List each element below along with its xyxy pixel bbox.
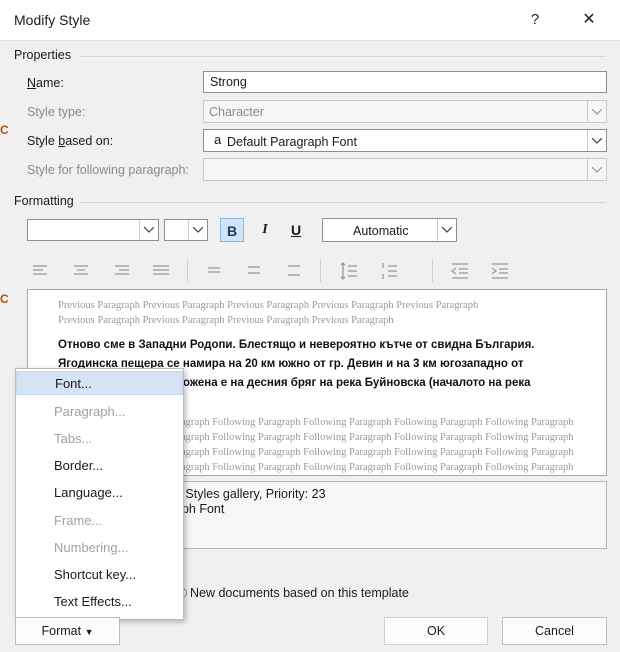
caret-down-icon: ▼ xyxy=(84,627,94,637)
line-spacing-icon xyxy=(340,262,357,280)
preview-previous-line: Previous Paragraph Previous Paragraph Pr… xyxy=(58,315,394,326)
menu-item-label: Numbering... xyxy=(54,540,129,555)
title-bar: Modify Style ? ✕ xyxy=(0,0,620,41)
menu-item-border[interactable]: Border... xyxy=(16,454,183,478)
menu-item-label: Text Effects... xyxy=(54,594,132,609)
preview-sample-line: Отново сме в Западни Родопи. Блестящо и … xyxy=(58,339,535,351)
preview-sample-line: ожена е на десния бряг на река Буйновска… xyxy=(183,377,531,389)
menu-item-label: Language... xyxy=(54,485,123,500)
chevron-down-icon xyxy=(139,220,158,240)
properties-section-label: Properties xyxy=(14,48,71,62)
properties-divider xyxy=(80,56,606,57)
menu-item-shortcut-key[interactable]: Shortcut key... xyxy=(16,563,183,587)
chevron-down-icon xyxy=(587,130,606,151)
menu-item-tabs: Tabs... xyxy=(16,427,183,451)
following-paragraph-label: Style for following paragraph: xyxy=(27,163,189,177)
cancel-button[interactable]: Cancel xyxy=(502,617,607,645)
help-button[interactable]: ? xyxy=(522,8,548,32)
close-button[interactable]: ✕ xyxy=(576,8,602,32)
menu-item-label: Paragraph... xyxy=(54,404,126,419)
menu-item-font[interactable]: Font... xyxy=(16,371,183,395)
based-on-label: Style based on: xyxy=(27,134,114,148)
preview-following-line: аgraph Following Paragraph Following Par… xyxy=(181,417,574,428)
style-type-value: Character xyxy=(209,105,264,119)
preview-previous-line: Previous Paragraph Previous Paragraph Pr… xyxy=(58,300,479,311)
menu-item-frame: Frame... xyxy=(16,509,183,533)
chevron-down-icon xyxy=(587,101,606,122)
dialog-title: Modify Style xyxy=(14,12,91,28)
menu-item-label: Border... xyxy=(54,458,104,473)
based-on-value: Default Paragraph Font xyxy=(227,135,357,149)
format-menu: Font... Paragraph... Tabs... Border... L… xyxy=(15,368,184,620)
menu-item-label: Tabs... xyxy=(54,431,93,446)
preview-following-line: аgraph Following Paragraph Following Par… xyxy=(181,432,574,443)
based-on-dropdown[interactable]: a Default Paragraph Font xyxy=(203,129,607,152)
menu-item-text-effects[interactable]: Text Effects... xyxy=(16,590,183,614)
name-label: Name: xyxy=(27,76,64,90)
preview-following-line: аgraph Following Paragraph Following Par… xyxy=(181,447,574,458)
menu-item-label: Font... xyxy=(55,376,92,391)
justify-icon xyxy=(153,265,169,275)
bold-toggle-button[interactable]: B xyxy=(220,218,244,242)
description-line: e Styles gallery, Priority: 23 xyxy=(175,487,326,501)
font-name-dropdown[interactable] xyxy=(27,219,159,241)
formatting-section-label: Formatting xyxy=(14,194,74,208)
align-left-icon xyxy=(33,265,47,275)
menu-item-label: Frame... xyxy=(54,513,103,528)
paragraph-toolbar xyxy=(27,256,607,286)
underline-toggle-button[interactable]: U xyxy=(284,218,308,242)
chevron-down-icon xyxy=(188,220,207,240)
formatting-divider xyxy=(80,202,606,203)
menu-item-paragraph: Paragraph... xyxy=(16,400,183,424)
decrease-indent-icon xyxy=(450,263,468,279)
font-color-dropdown[interactable]: Automatic xyxy=(322,218,457,242)
double-spacing-icon xyxy=(288,265,300,276)
background-document-glyph: С xyxy=(0,123,9,137)
name-input[interactable]: Strong xyxy=(203,71,607,93)
menu-item-language[interactable]: Language... xyxy=(16,481,183,505)
style-type-dropdown: Character xyxy=(203,100,607,123)
toolbar-separator xyxy=(187,260,188,282)
toolbar-separator xyxy=(320,260,321,282)
font-size-dropdown[interactable] xyxy=(164,219,208,241)
style-type-label: Style type: xyxy=(27,105,86,119)
one-half-spacing-icon xyxy=(248,266,260,274)
format-menu-button[interactable]: Format ▼ xyxy=(15,617,120,645)
chevron-down-icon xyxy=(437,219,456,241)
single-spacing-icon xyxy=(208,267,220,273)
paragraph-spacing-icon xyxy=(382,263,397,279)
font-color-value: Automatic xyxy=(353,224,409,238)
following-paragraph-dropdown xyxy=(203,158,607,181)
ok-button[interactable]: OK xyxy=(384,617,488,645)
menu-item-label: Shortcut key... xyxy=(54,567,137,582)
new-documents-label: New documents based on this template xyxy=(190,586,409,600)
character-style-icon: a xyxy=(214,132,222,147)
toolbar-separator xyxy=(432,260,433,282)
align-center-icon xyxy=(74,265,88,275)
preview-following-line: аgraph Following Paragraph Following Par… xyxy=(181,462,574,473)
chevron-down-icon xyxy=(587,159,606,180)
menu-item-numbering: Numbering... xyxy=(16,536,183,560)
italic-toggle-button[interactable]: I xyxy=(253,218,277,242)
background-document-glyph: С xyxy=(0,292,9,306)
format-button-label: Format xyxy=(41,624,82,638)
align-right-icon xyxy=(115,265,129,275)
increase-indent-icon xyxy=(491,263,508,279)
